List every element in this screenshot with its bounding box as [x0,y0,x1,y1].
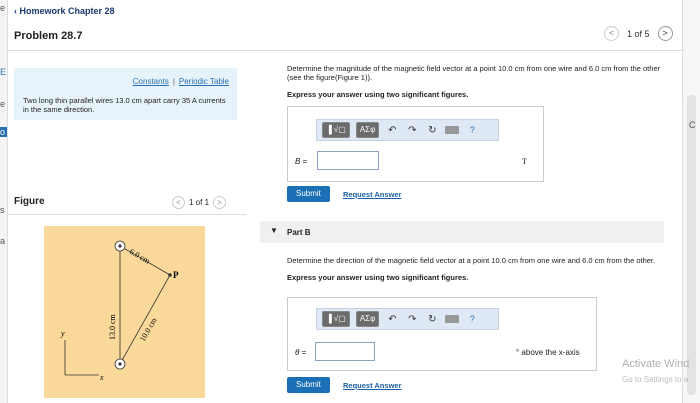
edge-char: e [0,3,6,13]
template-button[interactable]: ▐ √▢ [322,311,350,327]
part-b-submit-button[interactable]: Submit [287,377,330,393]
greek-symbols-button[interactable]: ΑΣφ [355,122,380,138]
problem-pager: < 1 of 5 > [604,26,673,41]
part-b-variable-label: θ = [295,348,307,357]
activate-windows-subtext: Go to Settings to a [622,375,689,384]
figure-divider [8,214,246,215]
x-axis-label: x [99,373,104,382]
back-link[interactable]: ‹ Homework Chapter 28 [14,6,115,16]
part-a-question-text: Determine the magnitude of the magnetic … [287,64,661,82]
problem-title: Problem 28.7 [14,30,83,42]
part-a-answer-box: ▐ √▢ ΑΣφ ↶ ↷ ↻ ? B = T [287,106,544,182]
redo-icon[interactable]: ↷ [405,125,419,136]
periodic-table-link[interactable]: Periodic Table [179,77,229,86]
collapse-triangle-icon[interactable]: ▼ [270,226,278,235]
figure-pager: < 1 of 1 > [172,196,227,209]
figure-page-indicator: 1 of 1 [189,198,210,207]
edge-char: C [689,120,696,130]
part-b-request-answer-link[interactable]: Request Answer [343,381,402,390]
part-a-request-answer-link[interactable]: Request Answer [343,190,402,199]
problem-info-box: Constants | Periodic Table Two long thin p… [14,68,237,120]
prev-problem-button[interactable]: < [604,26,619,41]
edge-char: e [0,99,6,109]
part-b-instruction: Express your answer using two significan… [287,273,469,282]
part-a-submit-button[interactable]: Submit [287,186,330,202]
keyboard-icon[interactable] [445,315,460,323]
edge-char: a [0,236,6,246]
activate-windows-watermark: Activate Wind [622,358,690,370]
part-b-question: Determine the direction of the magnetic … [287,256,667,282]
keyboard-icon[interactable] [445,126,460,134]
distance-label-10cm: 10.0 cm [138,316,159,343]
template-button[interactable]: ▐ √▢ [322,122,350,138]
reset-icon[interactable]: ↻ [425,314,439,325]
point-p-label: P [173,270,179,280]
redo-icon[interactable]: ↷ [405,314,419,325]
scrollbar-thumb[interactable] [687,95,696,395]
wire-diagram: P 6.0 cm 13.0 cm 10.0 cm y x [60,240,179,382]
next-problem-button[interactable]: > [657,26,673,41]
problem-statement: Two long thin parallel wires 13.0 cm apa… [23,96,226,114]
edge-char: E [0,67,7,77]
part-a-math-toolbar: ▐ √▢ ΑΣφ ↶ ↷ ↻ ? [316,119,499,141]
part-a-variable-label: B = [295,157,308,166]
wire-bottom-dot [118,362,122,366]
part-b-question-text: Determine the direction of the magnetic … [287,256,656,265]
part-a-unit: T [522,157,527,166]
back-label: Homework Chapter 28 [19,6,115,16]
distance-label-6cm: 6.0 cm [128,247,152,266]
part-b-title: Part B [287,228,311,237]
constants-link[interactable]: Constants [133,77,169,86]
edge-char: o [0,127,7,137]
part-b-answer-box: ▐ √▢ ΑΣφ ↶ ↷ ↻ ? θ = ° above the x-axis [287,297,597,371]
part-b-answer-input[interactable] [315,342,375,361]
prev-figure-button[interactable]: < [172,196,185,209]
reference-links: Constants | Periodic Table [133,77,229,86]
wire-top-dot [118,244,122,248]
distance-label-13cm: 13.0 cm [108,313,117,340]
distance-line-10cm [119,274,171,365]
y-axis-label: y [60,329,65,338]
point-p-marker [168,273,172,277]
reset-icon[interactable]: ↻ [425,125,439,136]
part-b-header[interactable]: ▼ Part B [260,221,664,243]
next-figure-button[interactable]: > [213,196,227,209]
part-b-unit: ° above the x-axis [516,348,580,357]
figure-label: Figure [14,196,45,207]
edge-char: s [0,205,5,215]
help-icon[interactable]: ? [465,125,479,135]
undo-icon[interactable]: ↶ [385,125,399,136]
problem-page-indicator: 1 of 5 [627,28,650,39]
greek-symbols-button[interactable]: ΑΣφ [355,311,380,327]
part-a-answer-input[interactable] [317,151,379,170]
part-a-instruction: Express your answer using two significan… [287,90,469,99]
left-window-edge: e E e o s a [0,0,8,403]
part-b-math-toolbar: ▐ √▢ ΑΣφ ↶ ↷ ↻ ? [316,308,499,330]
undo-icon[interactable]: ↶ [385,314,399,325]
header-divider [8,50,684,51]
help-icon[interactable]: ? [465,314,479,324]
part-a-question: Determine the magnitude of the magnetic … [287,64,667,99]
right-window-edge: C [682,0,700,403]
figure-panel: P 6.0 cm 13.0 cm 10.0 cm y x [44,226,205,398]
link-separator: | [172,77,175,86]
